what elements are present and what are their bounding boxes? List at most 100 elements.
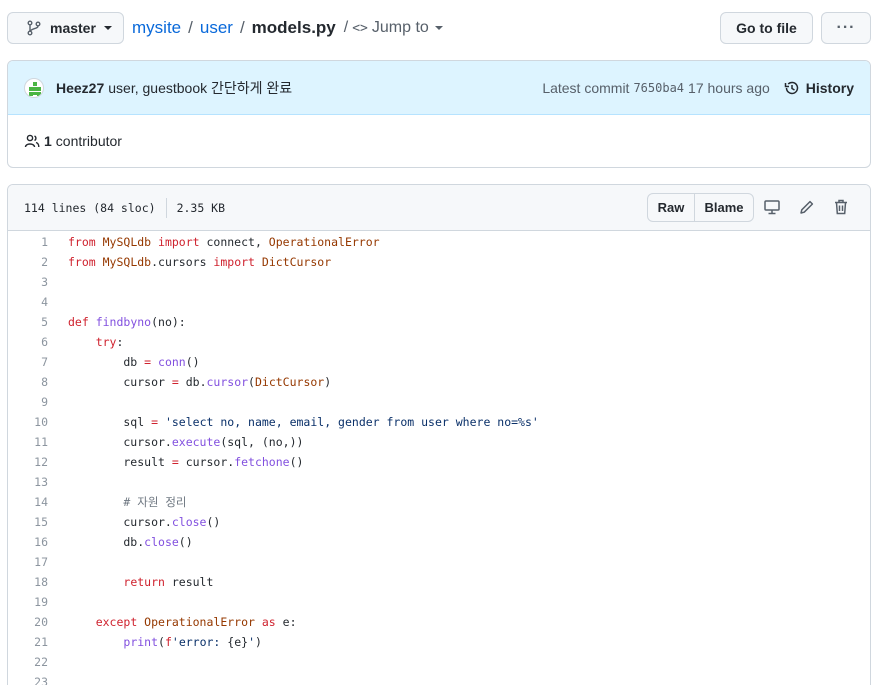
code-token: MySQLdb [102,255,152,269]
line-number[interactable]: 1 [8,235,48,249]
line-content: def findbyno(no): [48,315,186,329]
code-token: DictCursor [254,375,325,389]
code-line: 7 db = conn() [8,352,870,372]
blame-button[interactable]: Blame [695,194,753,221]
code-token: db [68,355,145,369]
code-token: print [123,635,159,649]
code-line: 23 [8,672,870,685]
pencil-icon[interactable] [798,198,816,216]
commit-message-link[interactable]: user, guestbook 간단하게 완료 [108,78,292,98]
code-token: findbyno [95,315,152,329]
line-number[interactable]: 18 [8,575,48,589]
code-token: as [261,615,283,629]
line-number[interactable]: 14 [8,495,48,509]
line-number[interactable]: 15 [8,515,48,529]
code-line: 21 print(f'error: {e}') [8,632,870,652]
code-token: import [158,235,207,249]
code-token: except [95,615,145,629]
trash-icon[interactable] [832,198,850,216]
file-lines-info: 114 lines (84 sloc) [24,200,156,215]
line-number[interactable]: 19 [8,595,48,609]
code-token: DictCursor [261,255,332,269]
contributors-row[interactable]: 1 contributor [8,115,870,167]
line-number[interactable]: 9 [8,395,48,409]
code-line: 14 # 자원 정리 [8,492,870,512]
contributor-label: contributor [55,133,122,149]
line-number[interactable]: 7 [8,355,48,369]
line-number[interactable]: 16 [8,535,48,549]
line-content: from MySQLdb import connect, Operational… [48,235,380,249]
history-link[interactable]: History [784,80,854,96]
line-content: return result [48,575,213,589]
history-icon [784,81,799,95]
code-token: = [144,355,159,369]
code-token: () [185,355,200,369]
line-number[interactable]: 12 [8,455,48,469]
breadcrumb-dir-link[interactable]: user [200,18,233,38]
code-line: 4 [8,292,870,312]
code-token: ) [255,635,262,649]
line-number[interactable]: 23 [8,675,48,685]
line-number[interactable]: 10 [8,415,48,429]
line-content: sql = 'select no, name, email, gender fr… [48,415,538,429]
code-token: result [171,575,214,589]
line-number[interactable]: 21 [8,635,48,649]
code-token: () [178,535,193,549]
chevron-down-icon [434,26,443,30]
history-label: History [805,80,854,96]
line-number[interactable]: 5 [8,315,48,329]
line-number[interactable]: 22 [8,655,48,669]
code-token: db. [185,375,207,389]
line-content: cursor = db.cursor(DictCursor) [48,375,331,389]
jump-to-dropdown[interactable]: / <> Jump to [344,19,443,37]
code-line: 16 db.close() [8,532,870,552]
commit-header: Heez27 user, guestbook 간단하게 완료 Latest co… [8,61,870,115]
breadcrumb-repo-link[interactable]: mysite [132,18,181,38]
desktop-icon[interactable] [763,198,781,216]
line-content: result = cursor.fetchone() [48,455,303,469]
git-branch-icon [27,20,41,36]
code-token: OperationalError [268,235,380,249]
code-token: () [206,515,221,529]
code-line: 5 def findbyno(no): [8,312,870,332]
code-line: 6 try: [8,332,870,352]
code-token: MySQLdb [102,235,159,249]
line-number[interactable]: 8 [8,375,48,389]
line-number[interactable]: 11 [8,435,48,449]
code-token: (no): [151,315,186,329]
file-view-button-group: Raw Blame [647,193,754,222]
branch-select-button[interactable]: master [7,12,124,44]
line-number[interactable]: 4 [8,295,48,309]
code-line: 3 [8,272,870,292]
raw-button[interactable]: Raw [648,194,695,221]
code-line: 22 [8,652,870,672]
code-line: 17 [8,552,870,572]
commit-author-link[interactable]: Heez27 [56,80,104,96]
code-token: sql [68,415,152,429]
line-number[interactable]: 20 [8,615,48,629]
go-to-file-button[interactable]: Go to file [720,12,813,44]
jump-to-label: Jump to [371,19,429,36]
code-line: 13 [8,472,870,492]
code-token: from [68,255,103,269]
line-number[interactable]: 6 [8,335,48,349]
code-line: 20 except OperationalError as e: [8,612,870,632]
line-number[interactable]: 13 [8,475,48,489]
code-line: 1 from MySQLdb import connect, Operationa… [8,232,870,252]
code-line: 15 cursor.close() [8,512,870,532]
file-viewer: 114 lines (84 sloc) 2.35 KB Raw Blame 1f… [7,184,871,685]
code-token: : [116,335,124,349]
code-token: = [171,455,186,469]
line-number[interactable]: 17 [8,555,48,569]
code-token: {e} [227,635,249,649]
avatar[interactable] [24,77,44,98]
code-token: close [144,535,179,549]
line-number[interactable]: 2 [8,255,48,269]
code-token: import [213,255,262,269]
line-number[interactable]: 3 [8,275,48,289]
commit-sha-link[interactable]: 7650ba4 [633,81,684,95]
more-options-button[interactable]: ··· [821,12,871,44]
line-content: except OperationalError as e: [48,615,297,629]
